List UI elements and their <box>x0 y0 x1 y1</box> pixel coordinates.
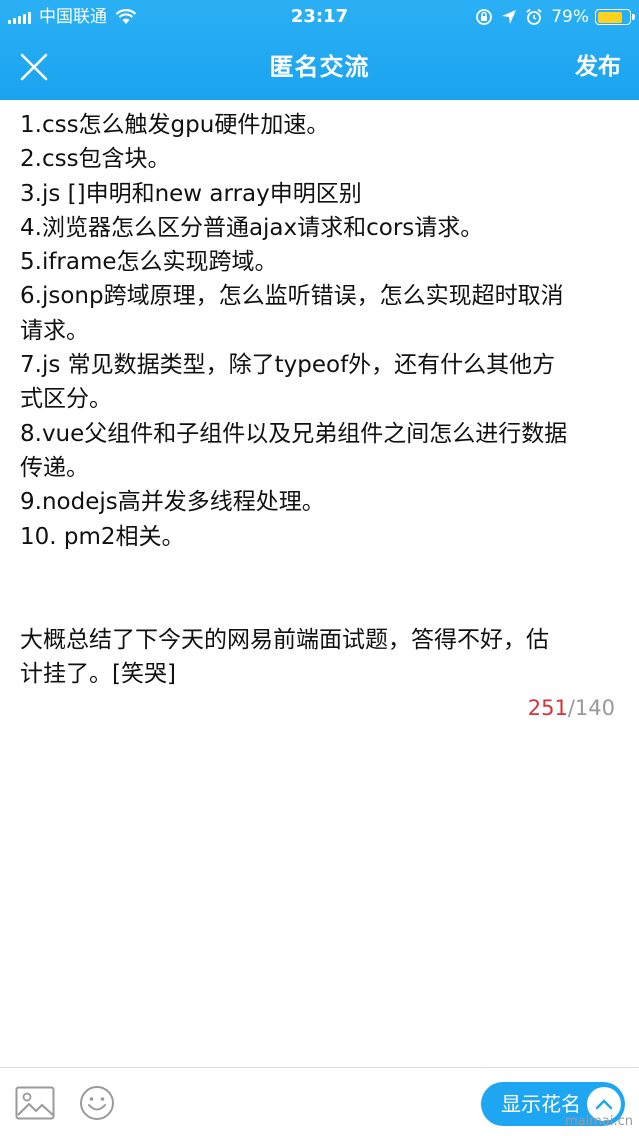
post-text-area[interactable]: 1.css怎么触发gpu硬件加速。 2.css包含块。 3.js []申明和new … <box>20 108 620 691</box>
location-icon <box>501 9 517 25</box>
page-title: 匿名交流 <box>269 53 370 81</box>
status-bar: 中国联通 23:17 79% <box>0 0 639 34</box>
summary-line: 计挂了。[笑哭] <box>20 661 176 688</box>
char-count-separator: / <box>567 696 575 720</box>
battery-percent: 79% <box>551 7 589 27</box>
question-line: 7.js 常见数据类型，除了typeof外，还有什么其他方 <box>20 352 556 379</box>
blank-lines <box>20 554 620 623</box>
navbar: 匿名交流 发布 <box>0 34 639 100</box>
watermark: maimai.cn <box>564 1114 633 1129</box>
emoji-button[interactable] <box>79 1085 115 1121</box>
question-line: 5.iframe怎么实现跨域。 <box>20 249 278 276</box>
summary-line: 大概总结了下今天的网易前端面试题，答得不好，估 <box>20 626 549 653</box>
question-line: 3.js []申明和new array申明区别 <box>20 180 362 207</box>
question-line: 式区分。 <box>20 386 112 413</box>
battery-fill <box>597 11 622 23</box>
image-icon <box>15 1086 55 1120</box>
char-count-max: 140 <box>574 696 615 720</box>
question-line: 1.css怎么触发gpu硬件加速。 <box>20 112 330 138</box>
status-right: 79% <box>467 0 635 34</box>
question-line: 传递。 <box>20 454 89 481</box>
alarm-icon <box>525 8 543 26</box>
question-line: 4.浏览器怎么区分普通ajax请求和cors请求。 <box>20 214 484 241</box>
char-count-current: 251 <box>527 696 568 720</box>
char-counter: 251/140 <box>528 696 615 720</box>
question-line: 10. pm2相关。 <box>20 523 185 550</box>
question-line: 9.nodejs高并发多线程处理。 <box>20 489 325 516</box>
header: 中国联通 23:17 79% 匿名交流 发布 <box>0 0 639 100</box>
question-line: 请求。 <box>20 317 89 344</box>
smiley-icon <box>80 1086 114 1120</box>
question-line: 6.jsonp跨域原理，怎么监听错误，怎么实现超时取消 <box>20 283 564 310</box>
question-list: 1.css怎么触发gpu硬件加速。 2.css包含块。 3.js []申明和new … <box>20 108 620 554</box>
question-line: 2.css包含块。 <box>20 146 171 173</box>
question-line: 8.vue父组件和子组件以及兄弟组件之间怎么进行数据 <box>20 420 568 447</box>
image-button[interactable] <box>15 1086 55 1120</box>
publish-button[interactable]: 发布 <box>575 34 621 100</box>
rotation-lock-icon <box>475 8 493 26</box>
bottom-toolbar: 显示花名 <box>0 1067 639 1136</box>
show-nickname-label: 显示花名 <box>501 1092 581 1116</box>
battery-icon <box>595 9 635 25</box>
summary-text: 大概总结了下今天的网易前端面试题，答得不好，估 计挂了。[笑哭] <box>20 623 620 692</box>
